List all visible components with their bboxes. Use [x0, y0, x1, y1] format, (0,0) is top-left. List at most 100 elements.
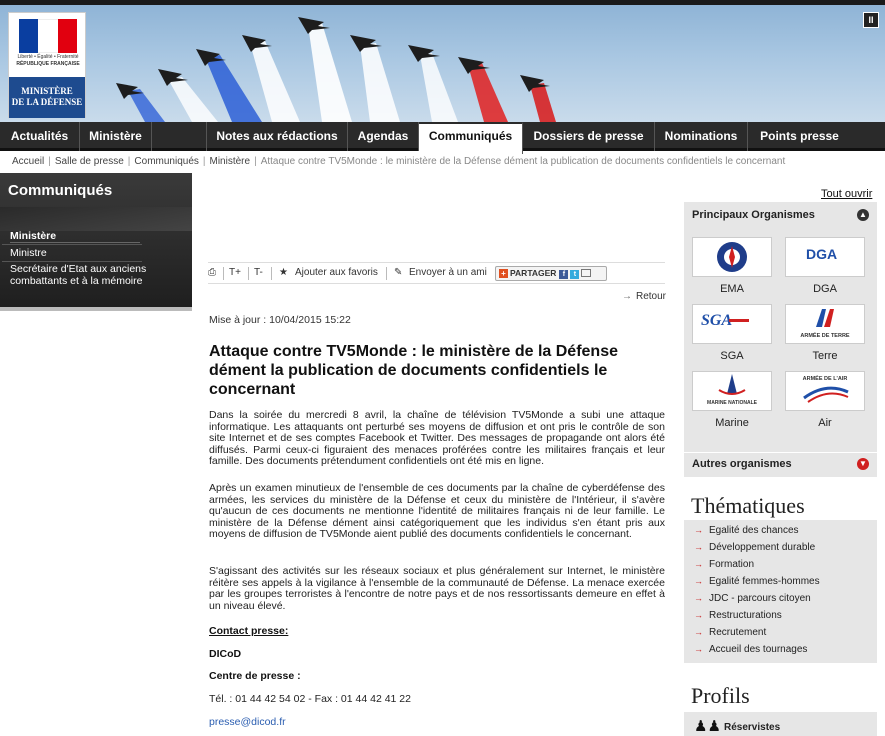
logo-motto: Liberté • Égalité • Fraternité	[17, 54, 79, 60]
mail-icon	[581, 269, 592, 277]
facebook-icon: f	[559, 270, 569, 279]
nav-item-nominations[interactable]: Nominations	[655, 122, 748, 151]
people-icon: ♟♟	[694, 718, 721, 735]
arrow-right-icon: →	[694, 559, 703, 569]
contact-presse-label: Contact presse:	[209, 625, 289, 637]
patrouille-banner-image	[116, 17, 556, 122]
ministry-logo[interactable]: Liberté • Égalité • Fraternité RÉPUBLIQU…	[8, 12, 86, 118]
breadcrumb: Accueil | Salle de presse | Communiqués | Mini…	[12, 156, 786, 167]
share-button[interactable]: + PARTAGER f t	[495, 266, 607, 281]
sga-logo: SGA	[701, 312, 733, 329]
centre-presse-label: Centre de presse :	[209, 670, 301, 682]
article-title: Attaque contre TV5Monde : le ministère d…	[209, 343, 618, 398]
sidebar-title: Communiqués	[8, 182, 113, 199]
back-link[interactable]: → Retour	[622, 291, 666, 302]
dicod-label: DICoD	[209, 648, 242, 660]
org-label-air: Air	[818, 417, 832, 429]
principaux-organismes-header[interactable]: Principaux Organismes ▲	[684, 204, 877, 226]
arrow-right-icon: →	[622, 291, 632, 302]
org-label-marine: Marine	[715, 417, 749, 429]
sidebar-item-secretaire-etat-line2[interactable]: combattants et à la mémoire	[10, 275, 142, 287]
nav-item-actualites[interactable]: Actualités	[0, 122, 80, 151]
org-ema[interactable]	[692, 237, 772, 277]
terre-logo-text: ARMÉE DE TERRE	[800, 333, 850, 339]
thematique-item[interactable]: → Développement durable	[694, 542, 815, 553]
ema-logo-icon	[717, 242, 747, 272]
marine-logo-icon	[718, 374, 746, 395]
arrow-right-icon: →	[694, 593, 703, 603]
breadcrumb-current: Attaque contre TV5Monde : le ministère d…	[260, 156, 786, 167]
org-label-dga: DGA	[813, 283, 837, 295]
breadcrumb-salle-de-presse[interactable]: Salle de presse	[55, 156, 124, 167]
thematiques-title: Thématiques	[691, 493, 805, 518]
breadcrumb-communiques[interactable]: Communiqués	[134, 156, 198, 167]
sidebar-item-secretaire-etat[interactable]: Secrétaire d'Etat aux anciens	[10, 263, 146, 275]
arrow-right-icon: →	[694, 576, 703, 586]
logo-republic: RÉPUBLIQUE FRANÇAISE	[16, 61, 80, 67]
sidebar-item-ministre[interactable]: Ministre	[10, 247, 47, 259]
org-air[interactable]: ARMÉE DE L'AIR	[785, 371, 865, 411]
profils-title: Profils	[691, 683, 750, 708]
flag-icon	[19, 19, 77, 53]
arrow-right-icon: →	[694, 542, 703, 552]
thematique-item[interactable]: → Accueil des tournages	[694, 644, 807, 655]
nav-item-dossiers-de-presse[interactable]: Dossiers de presse	[523, 122, 655, 151]
org-marine[interactable]: MARINE NATIONALE	[692, 371, 772, 411]
star-icon: ★	[279, 267, 288, 278]
page-root: Liberté • Égalité • Fraternité RÉPUBLIQU…	[0, 0, 885, 736]
header-banner: Liberté • Égalité • Fraternité RÉPUBLIQU…	[0, 5, 885, 122]
autres-organismes-header[interactable]: Autres organismes ▼	[684, 452, 877, 474]
breadcrumb-accueil[interactable]: Accueil	[12, 156, 44, 167]
add-favorites-link[interactable]: Ajouter aux favoris	[295, 267, 378, 278]
air-logo-text: ARMÉE DE L'AIR	[802, 376, 848, 382]
logo-ministry: MINISTÈRE DE LA DÉFENSE	[9, 77, 85, 118]
nav-item-agendas[interactable]: Agendas	[348, 122, 419, 151]
thematique-item[interactable]: → Recrutement	[694, 627, 766, 638]
thematique-item[interactable]: → Egalité femmes-hommes	[694, 576, 820, 587]
pause-banner-button[interactable]: II	[863, 12, 879, 28]
collapse-icon: ▲	[857, 209, 869, 221]
main-nav: Actualités Ministère Notes aux rédaction…	[0, 122, 885, 154]
plus-icon: +	[499, 269, 508, 278]
nav-item-ministere[interactable]: Ministère	[80, 122, 152, 151]
article-paragraph: S'agissant des activités sur les réseaux…	[209, 565, 665, 612]
arrow-right-icon: →	[694, 610, 703, 620]
org-dga[interactable]: DGA	[785, 237, 865, 277]
nav-item-points-presse[interactable]: Points presse	[748, 122, 851, 151]
updated-date: Mise à jour : 10/04/2015 15:22	[209, 314, 351, 326]
arrow-right-icon: →	[694, 627, 703, 637]
org-terre[interactable]: ARMÉE DE TERRE	[785, 304, 865, 344]
pen-icon: ✎	[394, 267, 403, 278]
breadcrumb-ministere[interactable]: Ministère	[210, 156, 251, 167]
phone-fax: Tél. : 01 44 42 54 02 - Fax : 01 44 42 4…	[209, 693, 411, 705]
nav-item-notes-aux-redactions[interactable]: Notes aux rédactions	[206, 122, 348, 151]
article-paragraph: Après un examen minutieux de l'ensemble …	[209, 482, 665, 540]
org-label-ema: EMA	[720, 283, 744, 295]
sidebar-item-ministere[interactable]: Ministère	[10, 230, 140, 243]
text-increase-button[interactable]: T+	[229, 267, 241, 278]
text-decrease-button[interactable]: T-	[254, 267, 263, 278]
print-icon[interactable]: ⎙	[208, 267, 216, 278]
org-sga[interactable]: SGA	[692, 304, 772, 344]
arrow-right-icon: →	[694, 525, 703, 535]
terre-logo-icon	[816, 309, 834, 327]
thematique-item[interactable]: → Restructurations	[694, 610, 782, 621]
org-label-terre: Terre	[812, 350, 838, 362]
send-to-friend-link[interactable]: Envoyer à un ami	[409, 267, 487, 278]
expand-icon: ▼	[857, 458, 869, 470]
thematique-item[interactable]: → JDC - parcours citoyen	[694, 593, 811, 604]
article-paragraph: Dans la soirée du mercredi 8 avril, la c…	[209, 409, 665, 467]
thematique-item[interactable]: → Egalité des chances	[694, 525, 799, 536]
arrow-right-icon: →	[694, 644, 703, 654]
marine-logo-text: MARINE NATIONALE	[707, 400, 757, 406]
sidebar-decoration	[0, 207, 192, 231]
article-toolbar: ⎙ T+ T- ★ Ajouter aux favoris ✎ Envoyer …	[208, 262, 665, 284]
org-label-sga: SGA	[720, 350, 744, 362]
press-email-link[interactable]: presse@dicod.fr	[209, 716, 286, 728]
dga-logo: DGA	[806, 246, 838, 262]
thematique-item[interactable]: → Formation	[694, 559, 754, 570]
open-all-link[interactable]: Tout ouvrir	[821, 188, 872, 200]
twitter-icon: t	[570, 270, 580, 279]
profil-reservistes[interactable]: Réservistes	[724, 722, 780, 733]
nav-item-communiques[interactable]: Communiqués	[419, 122, 523, 154]
